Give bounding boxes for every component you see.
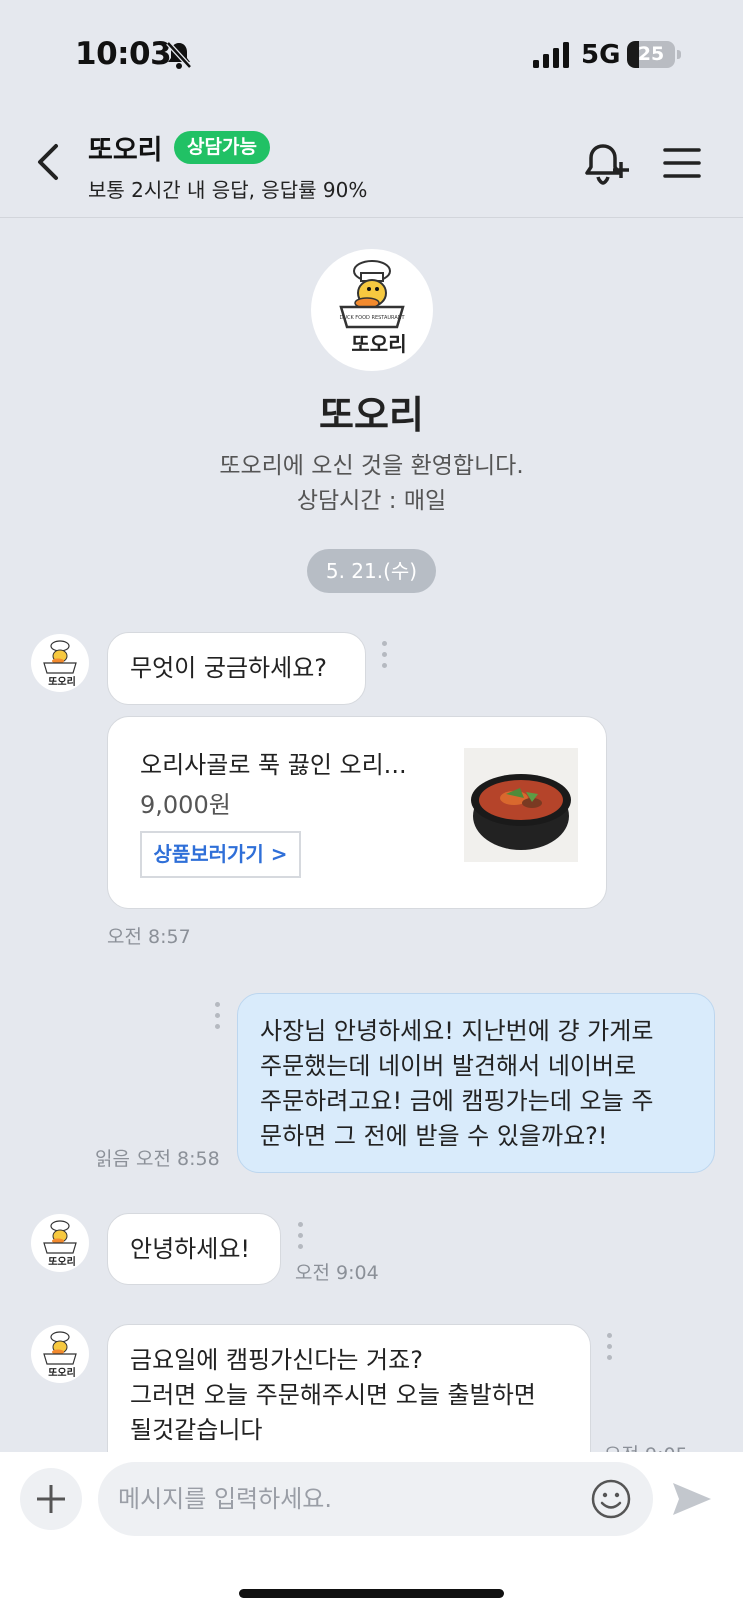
profile-avatar[interactable]: DUCK FOOD RESTAURANT 또오리 [311, 249, 433, 371]
shop-message-bubble[interactable]: 무엇이 궁금하세요? [107, 632, 366, 705]
svg-text:DUCK FOOD RESTAURANT: DUCK FOOD RESTAURANT [339, 315, 405, 321]
product-image[interactable] [464, 748, 578, 862]
duck-logo-icon: 또오리 [43, 640, 77, 688]
response-info: 보통 2시간 내 응답, 응답률 90% [88, 178, 368, 202]
duck-logo-icon: DUCK FOOD RESTAURANT 또오리 [339, 260, 407, 356]
message-line: 금요일에 캠핑가신다는 거죠? [130, 1346, 423, 1374]
send-icon[interactable] [671, 1480, 713, 1518]
date-divider: 5. 21.(수) [307, 549, 436, 593]
message-line: 주문했는데 네이버 발견해서 네이버로 [260, 1052, 637, 1080]
message-text: 무엇이 궁금하세요? [130, 654, 328, 682]
message-line: 그러면 오늘 주문해주시면 오늘 출발하면 [130, 1381, 536, 1409]
read-receipt-time: 읽음 오전 8:58 [95, 1148, 220, 1170]
smiley-icon[interactable] [590, 1478, 632, 1520]
more-options-icon[interactable] [382, 641, 388, 669]
profile-name: 또오리 [319, 393, 424, 437]
bell-slash-icon [166, 41, 192, 69]
chat-title: 또오리 [88, 135, 163, 166]
svg-text:또오리: 또오리 [48, 675, 76, 688]
soup-bowl-icon [464, 748, 578, 862]
svg-text:또오리: 또오리 [351, 332, 406, 356]
duck-logo-icon: 또오리 [43, 1331, 77, 1379]
svg-text:또오리: 또오리 [48, 1366, 76, 1379]
message-line: 사장님 안녕하세요! 지난번에 걍 가게로 [260, 1017, 654, 1045]
shop-avatar[interactable]: 또오리 [31, 1214, 89, 1272]
product-price: 9,000원 [140, 791, 231, 819]
status-time: 10:03 [75, 36, 172, 72]
message-time: 오전 9:04 [295, 1262, 379, 1284]
consult-hours: 상담시간 : 매일 [296, 488, 447, 514]
home-indicator [239, 1589, 504, 1598]
status-bar: 10:03 5G 25 [0, 0, 743, 110]
signal-bars-icon [533, 42, 569, 68]
shop-avatar[interactable]: 또오리 [31, 634, 89, 692]
more-options-icon[interactable] [298, 1222, 304, 1250]
battery-percent: 25 [637, 43, 665, 65]
svg-text:또오리: 또오리 [48, 1255, 76, 1268]
attach-button[interactable] [20, 1468, 82, 1530]
bell-plus-icon[interactable] [583, 140, 633, 186]
welcome-text: 또오리에 오신 것을 환영합니다. [219, 453, 524, 479]
chat-header: 또오리 상담가능 보통 2시간 내 응답, 응답률 90% [0, 110, 743, 218]
back-chevron-icon[interactable] [30, 140, 66, 184]
my-message-bubble[interactable]: 사장님 안녕하세요! 지난번에 걍 가게로 주문했는데 네이버 발견해서 네이버… [237, 993, 715, 1173]
product-title: 오리사골로 푹 끓인 오리... [140, 751, 407, 779]
more-options-icon[interactable] [607, 1333, 613, 1361]
product-card[interactable]: 오리사골로 푹 끓인 오리... 9,000원 상품보러가기 > [107, 716, 607, 909]
hamburger-menu-icon[interactable] [662, 144, 702, 182]
message-line: 주문하려고요! 금에 캠핑가는데 오늘 주 [260, 1087, 654, 1115]
message-line: 문하면 그 전에 받을 수 있을까요?! [260, 1122, 608, 1150]
status-badge: 상담가능 [174, 131, 270, 164]
message-line: 될것같습니다 [130, 1416, 263, 1444]
input-bar [0, 1452, 743, 1611]
duck-logo-icon: 또오리 [43, 1220, 77, 1268]
more-options-icon[interactable] [215, 1002, 221, 1030]
message-time: 오전 8:57 [107, 926, 191, 948]
view-product-button[interactable]: 상품보러가기 > [140, 831, 301, 878]
shop-avatar[interactable]: 또오리 [31, 1325, 89, 1383]
battery-icon: 25 [627, 41, 681, 68]
plus-icon [37, 1485, 65, 1513]
shop-message-bubble[interactable]: 안녕하세요! [107, 1213, 281, 1285]
network-type: 5G [581, 40, 621, 70]
message-text: 안녕하세요! [130, 1235, 251, 1263]
message-input[interactable] [98, 1462, 653, 1536]
